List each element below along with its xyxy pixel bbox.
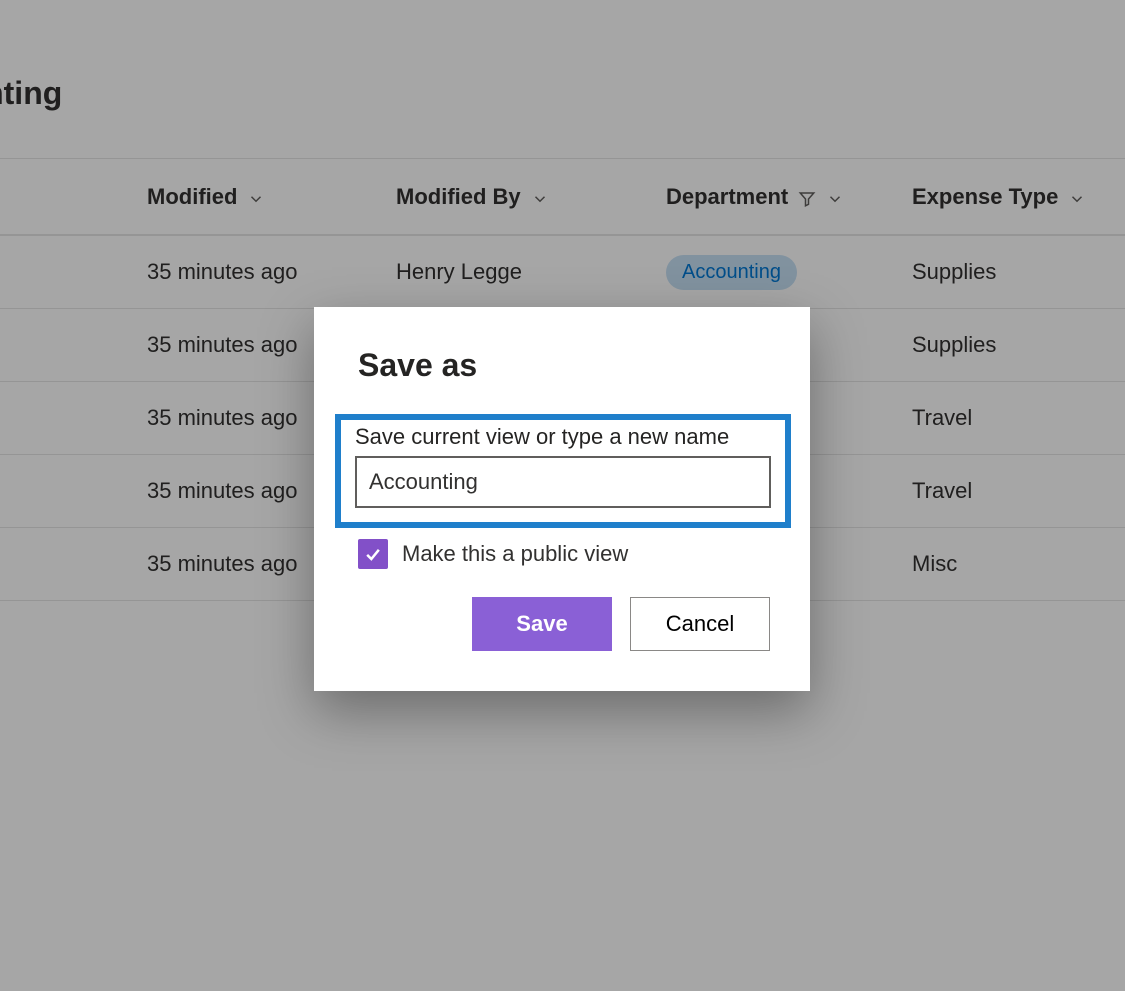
public-view-label: Make this a public view [402,541,628,567]
view-name-input[interactable] [355,456,771,508]
public-view-option[interactable]: Make this a public view [358,539,770,569]
save-button[interactable]: Save [472,597,612,651]
highlighted-field: Save current view or type a new name [335,414,791,528]
dialog-buttons: Save Cancel [358,597,770,651]
view-name-label: Save current view or type a new name [355,424,771,450]
checkbox-checked[interactable] [358,539,388,569]
cancel-button[interactable]: Cancel [630,597,770,651]
dialog-title: Save as [358,347,770,384]
